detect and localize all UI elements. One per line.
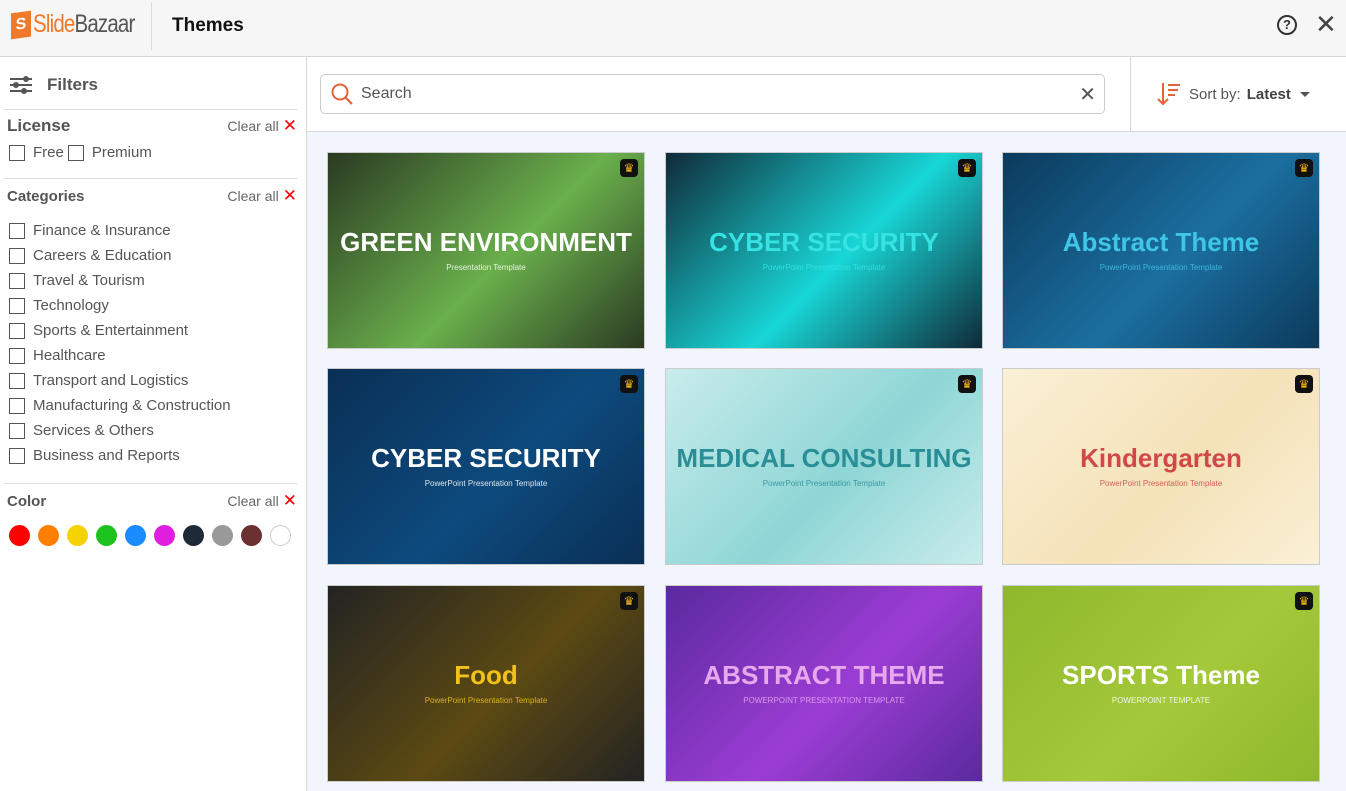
theme-card[interactable]: Kindergarten PowerPoint Presentation Temp…	[1002, 368, 1320, 565]
page-title: Themes	[172, 15, 244, 36]
clear-search-icon[interactable]: ✕	[1079, 82, 1096, 107]
color-swatch[interactable]	[270, 525, 291, 546]
theme-card[interactable]: GREEN ENVIRONMENT Presentation Template ♛	[327, 152, 645, 349]
theme-subtitle: Presentation Template	[446, 262, 526, 272]
theme-subtitle: PowerPoint Presentation Template	[1099, 262, 1223, 272]
categories-section: Categories Clear all ✕ Finance & Insuranc…	[4, 178, 297, 468]
sort-descending-icon	[1157, 83, 1180, 106]
theme-title: CYBER SECURITY	[371, 443, 601, 474]
category-checkbox[interactable]: Sports & Entertainment	[4, 318, 297, 343]
license-free-checkbox[interactable]: Free	[4, 140, 64, 165]
category-checkbox[interactable]: Finance & Insurance	[4, 218, 297, 243]
theme-title: CYBER SECURITY	[709, 227, 939, 258]
color-swatch[interactable]	[67, 525, 88, 546]
caret-down-icon	[1299, 91, 1310, 97]
close-icon[interactable]: ✕	[1315, 11, 1337, 37]
filters-heading: Filters	[10, 75, 98, 95]
app-header: S SlideBazaar Themes ? ✕	[0, 0, 1346, 57]
premium-crown-icon: ♛	[958, 159, 976, 177]
license-premium-checkbox[interactable]: Premium	[64, 140, 152, 165]
color-swatch[interactable]	[96, 525, 117, 546]
color-swatch[interactable]	[125, 525, 146, 546]
categories-clear-all[interactable]: Clear all ✕	[227, 186, 297, 206]
theme-title: Kindergarten	[1080, 443, 1242, 474]
color-title: Color	[7, 492, 47, 510]
premium-crown-icon: ♛	[620, 159, 638, 177]
theme-subtitle: POWERPOINT PRESENTATION TEMPLATE	[743, 695, 905, 705]
license-clear-all[interactable]: Clear all ✕	[227, 116, 297, 136]
theme-subtitle: PowerPoint Presentation Template	[424, 695, 548, 705]
category-checkbox[interactable]: Healthcare	[4, 343, 297, 368]
divider	[151, 2, 152, 50]
premium-crown-icon: ♛	[1295, 159, 1313, 177]
clear-x-icon: ✕	[282, 186, 297, 205]
theme-subtitle: PowerPoint Presentation Template	[762, 478, 886, 488]
premium-crown-icon: ♛	[958, 375, 976, 393]
premium-crown-icon: ♛	[1295, 375, 1313, 393]
theme-subtitle: PowerPoint Presentation Template	[762, 262, 886, 272]
help-icon[interactable]: ?	[1277, 15, 1297, 35]
theme-card[interactable]: CYBER SECURITY PowerPoint Presentation Te…	[665, 152, 983, 349]
sort-dropdown[interactable]: Sort by: Latest	[1157, 82, 1310, 106]
theme-card[interactable]: Abstract Theme PowerPoint Presentation Te…	[1002, 152, 1320, 349]
premium-crown-icon: ♛	[620, 375, 638, 393]
color-clear-all[interactable]: Clear all ✕	[227, 491, 297, 511]
color-swatch[interactable]	[183, 525, 204, 546]
category-checkbox[interactable]: Business and Reports	[4, 443, 297, 468]
slidebazaar-logo[interactable]: S SlideBazaar	[11, 10, 157, 39]
category-checkbox[interactable]: Services & Others	[4, 418, 297, 443]
theme-title: GREEN ENVIRONMENT	[340, 227, 632, 258]
theme-card[interactable]: CYBER SECURITY PowerPoint Presentation Te…	[327, 368, 645, 565]
theme-subtitle: POWERPOINT TEMPLATE	[1111, 695, 1211, 705]
theme-title: MEDICAL CONSULTING	[676, 443, 972, 474]
category-checkbox[interactable]: Technology	[4, 293, 297, 318]
color-swatch[interactable]	[9, 525, 30, 546]
license-title: License	[7, 116, 71, 135]
color-swatch[interactable]	[241, 525, 262, 546]
search-input[interactable]	[361, 85, 1080, 103]
theme-title: Food	[454, 660, 518, 691]
search-sort-bar: ✕ Sort by:Latest	[307, 57, 1346, 132]
search-icon	[331, 83, 353, 105]
logo-icon: S	[11, 10, 31, 39]
category-checkbox[interactable]: Travel & Tourism	[4, 268, 297, 293]
theme-subtitle: PowerPoint Presentation Template	[1099, 478, 1223, 488]
license-section: License Clear all ✕ Free Premium	[4, 109, 297, 165]
theme-title: Abstract Theme	[1062, 227, 1260, 258]
clear-x-icon: ✕	[282, 116, 297, 135]
theme-title: ABSTRACT THEME	[703, 660, 945, 691]
categories-title: Categories	[7, 187, 85, 205]
theme-card[interactable]: Food PowerPoint Presentation Template ♛	[327, 585, 645, 782]
theme-card[interactable]: MEDICAL CONSULTING PowerPoint Presentatio…	[665, 368, 983, 565]
color-swatch[interactable]	[38, 525, 59, 546]
themes-grid: GREEN ENVIRONMENT Presentation Template ♛ C…	[307, 132, 1346, 791]
sliders-icon	[10, 76, 32, 94]
color-section: Color Clear all ✕	[4, 483, 297, 546]
theme-subtitle: PowerPoint Presentation Template	[424, 478, 548, 488]
clear-x-icon: ✕	[282, 491, 297, 510]
premium-crown-icon: ♛	[1295, 592, 1313, 610]
category-checkbox[interactable]: Careers & Education	[4, 243, 297, 268]
color-swatch[interactable]	[154, 525, 175, 546]
premium-crown-icon: ♛	[620, 592, 638, 610]
theme-card[interactable]: ABSTRACT THEME POWERPOINT PRESENTATION TE…	[665, 585, 983, 782]
category-checkbox[interactable]: Transport and Logistics	[4, 368, 297, 393]
category-checkbox[interactable]: Manufacturing & Construction	[4, 393, 297, 418]
color-swatch[interactable]	[212, 525, 233, 546]
filters-sidebar: Filters License Clear all ✕ Free Premium …	[0, 57, 307, 791]
search-box: ✕	[320, 74, 1105, 114]
theme-card[interactable]: SPORTS Theme POWERPOINT TEMPLATE ♛	[1002, 585, 1320, 782]
theme-title: SPORTS Theme	[1062, 660, 1260, 691]
